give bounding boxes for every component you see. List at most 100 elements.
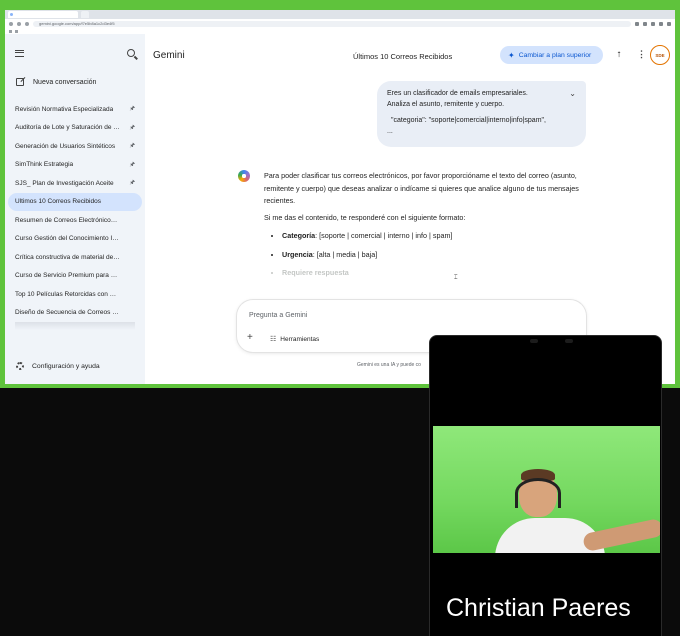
- user-message-line: ...: [387, 127, 393, 135]
- bookmark-star-icon[interactable]: [643, 21, 647, 26]
- conversation-label: Revisión Normativa Especializada: [15, 105, 114, 113]
- conversation-label: Top 10 Películas Retorcidas con Giros: [15, 290, 120, 298]
- list-item-key: Requiere respuesta: [282, 268, 349, 277]
- response-list: Categoría: [soporte | comercial | intern…: [282, 230, 579, 280]
- conversation-label: SimThink Estrategia: [15, 161, 74, 169]
- browser-tab[interactable]: [8, 11, 78, 18]
- sidebar-item-conversation[interactable]: Revisión Normativa Especializada 🖈: [5, 100, 145, 119]
- chevron-down-icon[interactable]: ⌄: [569, 89, 576, 100]
- search-icon[interactable]: [127, 49, 135, 57]
- list-item-value: : [alta | media | baja]: [312, 249, 378, 259]
- sidebar-item-conversation[interactable]: SimThink Estrategia 🖈: [5, 156, 145, 175]
- response-paragraph: Para poder clasificar tus correos electr…: [264, 171, 579, 205]
- share-icon[interactable]: ⭡: [617, 50, 621, 60]
- chat-main: Gemini Últimos 10 Correos Recibidos ✦ Ca…: [145, 34, 675, 384]
- app-brand[interactable]: Gemini: [153, 50, 185, 61]
- browser-window: gemini.google.com/app/f7e5b8a1c2d3e4f5 N…: [5, 10, 675, 384]
- user-message-line: Analiza el asunto, remitente y cuerpo.: [387, 100, 505, 108]
- list-item: Urgencia: [alta | media | baja]: [282, 249, 579, 262]
- url-input[interactable]: gemini.google.com/app/f7e5b8a1c2d3e4f5: [33, 20, 631, 27]
- tools-button[interactable]: ☷ Herramientas: [270, 335, 320, 344]
- sidebar-item-conversation[interactable]: Resumen de Correos Electrónicos Reciente…: [5, 211, 145, 230]
- list-item-key: Urgencia: [282, 249, 313, 259]
- settings-label: Configuración y ayuda: [32, 362, 100, 370]
- screen: gemini.google.com/app/f7e5b8a1c2d3e4f5 N…: [0, 0, 680, 636]
- sidebar-item-conversation[interactable]: Top 10 Películas Retorcidas con Giros: [5, 285, 145, 304]
- model-response: Para poder clasificar tus correos electr…: [264, 170, 579, 286]
- sidebar-item-conversation[interactable]: Curso de Servicio Premium para Peluquerí…: [5, 267, 145, 286]
- person-arm: [582, 517, 660, 553]
- webcam-name-label: Christian Paeres: [446, 594, 631, 622]
- prompt-input[interactable]: Pregunta a Gemini: [249, 312, 307, 319]
- avatar[interactable]: SDE: [650, 45, 670, 65]
- conversation-label: Crítica constructiva de material de curs…: [15, 253, 120, 261]
- pin-icon: 🖈: [129, 143, 135, 150]
- gemini-spark-icon: [238, 170, 250, 182]
- conversation-label: SJS_ Plan de Investigación Aceite: [15, 179, 114, 187]
- new-chat-label: Nueva conversación: [33, 78, 97, 86]
- disclaimer-text: Gemini es una IA y puede co: [357, 362, 421, 368]
- settings-help-button[interactable]: Configuración y ayuda: [5, 362, 111, 370]
- webcam-panel: Christian Paeres: [429, 335, 662, 636]
- sidebar-item-conversation[interactable]: SJS_ Plan de Investigación Aceite 🖈: [5, 174, 145, 193]
- upgrade-plan-button[interactable]: ✦ Cambiar a plan superior: [500, 46, 603, 64]
- conversation-title: Últimos 10 Correos Recibidos: [353, 52, 453, 61]
- tools-label: Herramientas: [280, 335, 320, 343]
- sidebar-item-conversation[interactable]: Curso Gestión del Conocimiento IUSH: [5, 230, 145, 249]
- profile-icon[interactable]: [659, 21, 663, 26]
- conversation-list: Revisión Normativa Especializada 🖈 Audito…: [5, 100, 145, 330]
- sidebar-top: [5, 34, 145, 72]
- list-item-key: Categoría: [282, 231, 316, 240]
- url-text: gemini.google.com/app/f7e5b8a1c2d3e4f5: [39, 20, 115, 26]
- camera-handle[interactable]: [530, 339, 538, 343]
- back-icon[interactable]: [9, 21, 13, 26]
- upgrade-label: Cambiar a plan superior: [518, 51, 592, 59]
- sparkle-icon: ✦: [508, 50, 515, 60]
- address-bar-row: gemini.google.com/app/f7e5b8a1c2d3e4f5: [5, 19, 675, 28]
- edit-icon: [16, 78, 24, 86]
- pin-icon: 🖈: [129, 180, 135, 187]
- conversation-label: Diseño de Secuencia de Correos Comercial…: [15, 309, 120, 317]
- conversation-label: Curso de Servicio Premium para Peluquerí…: [15, 272, 120, 280]
- sidebar-item-conversation[interactable]: Auditoría de Lote y Saturación de Carga 🖈: [5, 119, 145, 138]
- sidebar: Nueva conversación Revisión Normativa Es…: [5, 34, 145, 384]
- conversation-label: Resumen de Correos Electrónicos Reciente…: [15, 216, 120, 224]
- list-item: Requiere respuesta: [282, 267, 579, 280]
- conversation-label: Auditoría de Lote y Saturación de Carga: [15, 124, 120, 132]
- gear-icon: [16, 362, 24, 370]
- list-item: Categoría: [soporte | comercial | intern…: [282, 230, 579, 243]
- camera-handle[interactable]: [565, 339, 573, 343]
- tools-icon: ☷: [270, 336, 277, 343]
- sidebar-item-conversation[interactable]: Diseño de Secuencia de Correos Comercial…: [5, 304, 145, 323]
- conversation-label: Curso Gestión del Conocimiento IUSH: [15, 235, 120, 243]
- user-message-line: Eres un clasificador de emails empresari…: [387, 90, 528, 97]
- sidebar-item-conversation[interactable]: Crítica constructiva de material de curs…: [5, 248, 145, 267]
- reload-icon[interactable]: [25, 21, 29, 26]
- user-message-bubble: Eres un clasificador de emails empresari…: [377, 81, 586, 147]
- sidebar-item-active-conversation[interactable]: Últimos 10 Correos Recibidos: [8, 192, 142, 211]
- new-chat-button[interactable]: Nueva conversación: [5, 72, 145, 92]
- extensions-icon[interactable]: [651, 21, 655, 26]
- bookmark-folder-icon[interactable]: [15, 29, 18, 33]
- response-paragraph: Si me das el contenido, te responderé co…: [264, 212, 466, 222]
- user-message-line: "categoria": "soporte|comercial|interno|…: [391, 117, 546, 124]
- menu-icon[interactable]: [15, 49, 24, 57]
- conversation-label: Últimos 10 Correos Recibidos: [15, 198, 101, 206]
- browser-menu-icon[interactable]: [667, 21, 671, 26]
- pin-icon: 🖈: [129, 106, 135, 113]
- screen-share-frame: gemini.google.com/app/f7e5b8a1c2d3e4f5 N…: [0, 0, 680, 388]
- translate-icon[interactable]: [635, 21, 639, 26]
- webcam-video: [433, 426, 660, 553]
- apps-icon[interactable]: [9, 29, 12, 33]
- text-cursor-icon: ⌶: [454, 275, 458, 281]
- list-fade: [15, 322, 135, 330]
- forward-icon[interactable]: [17, 21, 21, 26]
- more-options-icon[interactable]: ⋮: [637, 49, 646, 60]
- plus-icon[interactable]: +: [247, 332, 253, 343]
- headset-icon: [515, 478, 561, 508]
- pin-icon: 🖈: [129, 161, 135, 168]
- sidebar-item-conversation[interactable]: Generación de Usuarios Sintéticos 🖈: [5, 137, 145, 156]
- list-item-value: : [soporte | comercial | interno | info …: [315, 231, 453, 240]
- pin-icon: 🖈: [129, 124, 135, 131]
- new-tab-button[interactable]: [81, 11, 89, 18]
